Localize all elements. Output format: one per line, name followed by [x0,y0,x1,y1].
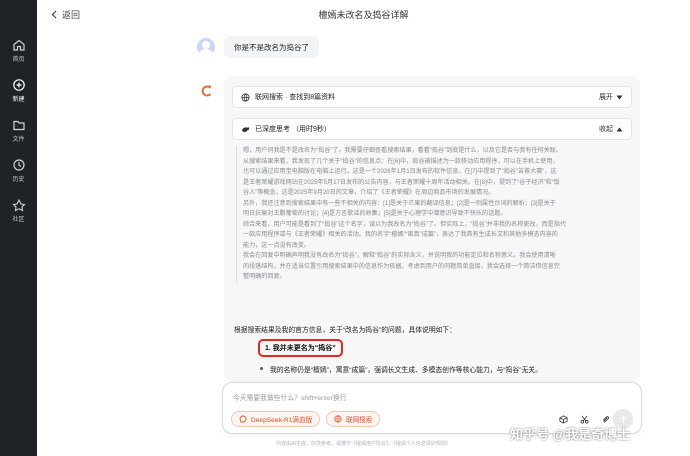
thinking-line: 能力，这一点没有改变。 [243,241,311,249]
thinking-line: 一款应用程序或与《王者荣耀》相关的活动。我的名字“檀嫣”“离蒿”成篇”，表达了我… [243,231,558,238]
attachment-icon[interactable] [601,415,610,424]
thinking-line: 我会在回复中明确声明我没有改名为“捣谷”，解释“捣谷”的实际含义，并说明我的功能… [243,252,556,259]
cube-icon[interactable] [559,415,568,424]
sidebar-item-label: 历史 [12,177,25,183]
sidebar-item-label: 文件 [12,137,25,143]
thinking-line: 综合来看，用户可能是看到了“捣谷”这个名字，误以为我改名为“捣谷”了。但实际上，… [243,220,566,228]
history-icon [12,159,25,171]
answer-bullet: 我的名称仍是“檀嫣”，寓意“成篇”，强调长文生成、多模态创作等核心能力，与“捣谷… [260,364,542,374]
globe-icon [241,92,250,102]
model-icon [239,415,247,423]
answer-heading: 1. 我并未更名为“捣谷” [258,339,343,357]
model-chip-label: DeepSeek-R1满血版 [251,417,313,424]
assistant-logo-icon [201,85,212,97]
caret-up-icon [616,127,623,131]
sidebar-item-label: 首页 [12,57,25,63]
scissors-icon[interactable] [580,415,589,424]
model-chip[interactable]: DeepSeek-R1满血版 [231,411,321,427]
thinking-summary: 已深度思考 （用时9秒） [255,126,331,133]
thinking-line: 明日抗衡对王鹏葡萄的讨论；[4]是方言歌谣的收集；[5]是关于心理学中潜意识导致… [243,210,507,217]
sidebar: 首页 新建 文件 历史 社区 [0,0,37,456]
web-search-chip-label: 联网搜索 [346,417,373,424]
sidebar-item-label: 社区 [12,217,25,223]
page-title: 檀嫣未改名及捣谷详解 [318,10,409,20]
thinking-line: 的段落结构，并在适当位置引用搜索结果中的信息作为依据。考虑到用户的问题简单直接，… [243,262,560,270]
watermark: 知乎号 @我是奇博士 [510,427,631,442]
thinking-line: 也可以通过应用宝电脑版在电脑上运行。这是一个2026年1月1日发布的软件信息。在… [243,168,557,175]
answer-bullet-text: 我的名称仍是“檀嫣”，寓意“成篇”，强调长文生成、多模态创作等核心能力，与“捣谷… [270,367,542,374]
expand-label: 展开 [599,94,613,101]
sidebar-item-history[interactable]: 历史 [0,158,37,183]
chat-input-placeholder[interactable]: 今天需要我做些什么？shift+enter换行 [233,392,347,402]
globe-icon [334,415,342,423]
avatar [197,38,215,56]
main-window: 返回 檀嫣未改名及捣谷详解 你是不是改名为捣谷了 联网搜索 · 查找到8篇资料 … [37,0,690,456]
caret-down-icon [616,95,623,99]
home-icon [12,39,25,51]
sidebar-item-community[interactable]: 社区 [0,198,37,223]
sidebar-item-files[interactable]: 文件 [0,118,37,143]
deep-thinking-toggle[interactable]: 已深度思考 （用时9秒） 收起 [232,118,632,140]
thinking-line: 从搜索结果来看，我发现了几个关于“捣谷”的信息点：在[6]中，捣谷被描述为一款移… [243,157,559,165]
sidebar-item-label: 新建 [12,97,25,103]
thinking-line: 另外，我还注意到搜索结果中有一些不相关的内容：[1]是关于芒果的翻译信息；[2]… [243,199,556,207]
community-icon [11,198,26,212]
thinking-content: 嗯，用户问我是不是改名为“捣谷”了。我需要仔细查看搜索结果，看看“捣谷”到底是什… [236,146,632,283]
answer-intro: 根据搜索结果及我的官方信息，关于“改名为捣谷”的问题，具体说明如下： [234,327,457,334]
thinking-line: 是王者荣耀游戏网站在2025年5月17日发布的公告内容，与王者荣耀十周年活动相关… [243,178,560,186]
thinking-line: 整明确的回复。 [243,273,286,280]
collapse-label: 收起 [599,126,613,133]
user-message: 你是不是改名为捣谷了 [224,36,319,58]
sidebar-item-home[interactable]: 首页 [0,38,37,63]
folder-icon [12,120,25,131]
arrow-up-icon [619,415,627,423]
search-results-toggle[interactable]: 联网搜索 · 查找到8篇资料 展开 [232,86,632,108]
bullet-dot [260,367,263,370]
thinking-line: 谷人”等概念，这是2025年9月20日的文章，介绍了《王者荣耀》在周边商品市场的… [243,189,495,196]
sidebar-item-new[interactable]: 新建 [0,78,37,103]
top-bar: 返回 檀嫣未改名及捣谷详解 [37,0,690,28]
web-search-chip[interactable]: 联网搜索 [326,411,381,427]
search-summary: 联网搜索 · 查找到8篇资料 [255,94,336,101]
new-chat-icon [12,79,25,91]
assistant-response: 联网搜索 · 查找到8篇资料 展开 已深度思考 （用时9秒） 收起 嗯，用户问我… [224,76,640,382]
thinking-icon [241,126,250,132]
thinking-line: 嗯，用户问我是不是改名为“捣谷”了。我需要仔细查看搜索结果，看看“捣谷”到底是什… [243,147,562,154]
